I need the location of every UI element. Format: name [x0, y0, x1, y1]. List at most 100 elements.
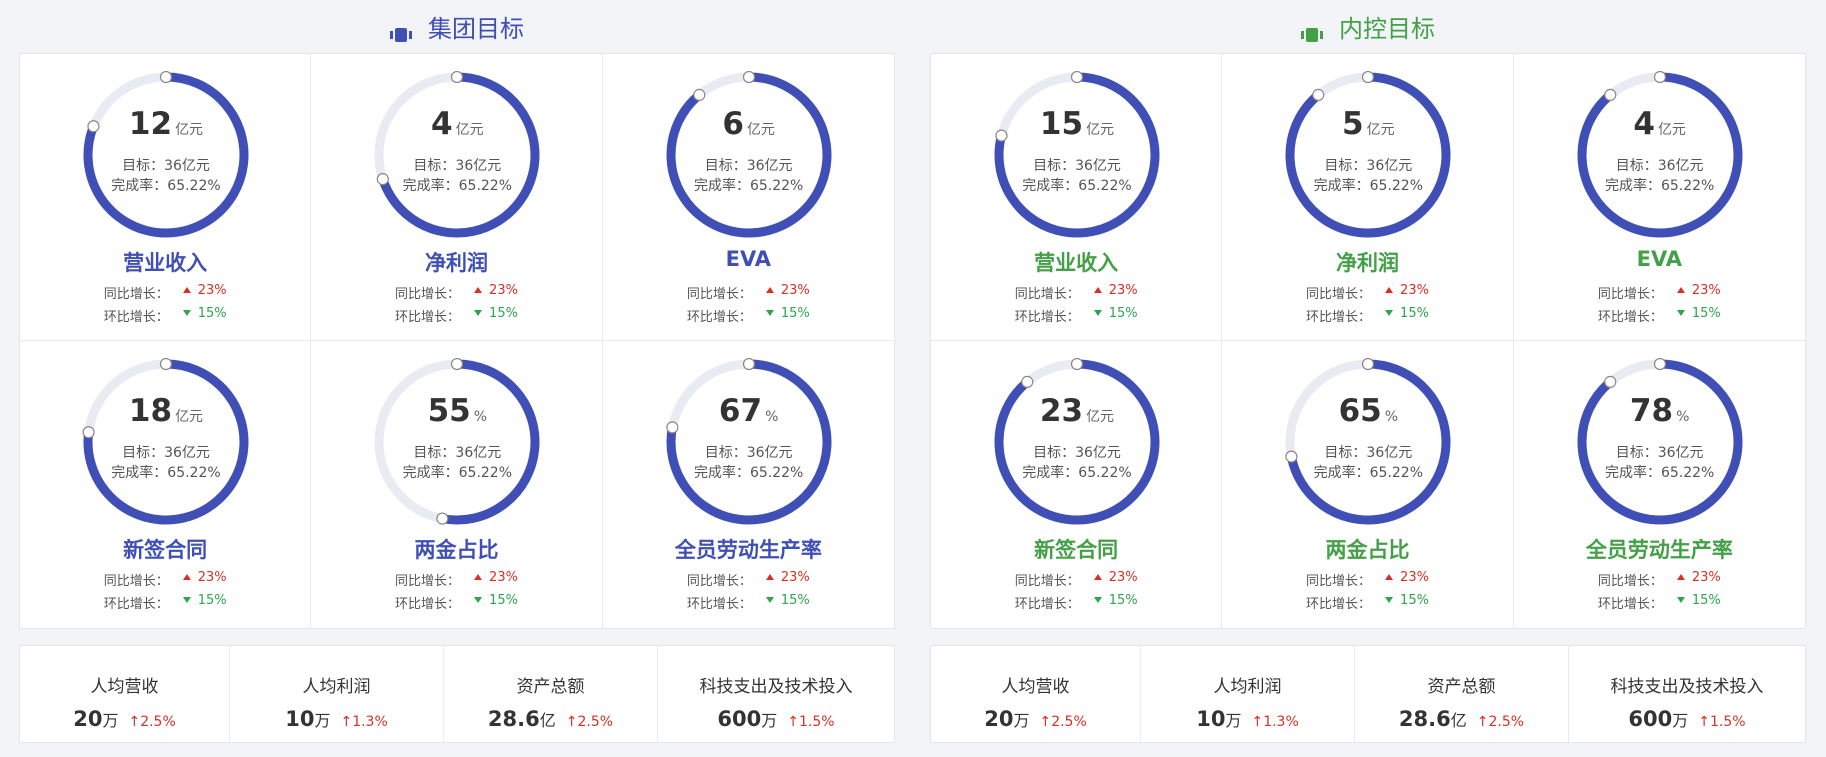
metric-completion-rate: 完成率：65.22% — [1604, 465, 1715, 481]
summary-stat[interactable]: 人均营收 20万 ↑2.5% — [931, 646, 1141, 742]
metric-value-row: 5 亿元 — [1284, 106, 1452, 142]
metric-card[interactable]: 67% 目标：36亿元 完成率：65.22% 全员劳动生产率 同比增长： 23%… — [603, 341, 894, 628]
yoy-value: 23% — [1400, 570, 1429, 585]
metric-target: 目标：36亿元 — [1033, 158, 1121, 174]
metric-card[interactable]: 15 亿元 目标：36亿元 完成率：65.22% 营业收入 同比增长： 23% 环… — [931, 54, 1223, 341]
group-target-panel: 集团目标 12 亿元 目标：36亿元 完成率：65.22% 营业收入 同比增长： … — [19, 0, 895, 743]
metric-value-row: 6 亿元 — [665, 106, 833, 142]
metric-unit: % — [1676, 409, 1690, 425]
yoy-label: 同比增长： — [103, 574, 169, 589]
mom-value: 15% — [197, 306, 227, 321]
metric-card[interactable]: 12 亿元 目标：36亿元 完成率：65.22% 营业收入 同比增长： 23% 环… — [20, 54, 312, 341]
caret-up-icon — [1093, 286, 1102, 293]
metric-target: 目标：36亿元 — [1615, 158, 1704, 174]
stat-unit: 万 — [761, 711, 778, 730]
mom-label: 环比增长： — [1306, 310, 1372, 325]
metric-value-row: 78% — [1576, 393, 1744, 429]
stat-unit: 亿 — [1450, 711, 1467, 730]
mom-label: 环比增长： — [103, 597, 169, 612]
panel-title: 集团目标 — [428, 15, 524, 43]
mom-growth: 环比增长： 15% — [1514, 306, 1805, 325]
metric-card[interactable]: 4 亿元 目标：36亿元 完成率：65.22% EVA 同比增长： 23% 环比增… — [1513, 54, 1805, 341]
metric-value-row: 55% — [373, 393, 541, 429]
metric-card[interactable]: 6 亿元 目标：36亿元 完成率：65.22% EVA 同比增长： 23% 环比增… — [602, 54, 894, 341]
metric-value-row: 15 亿元 — [993, 106, 1161, 142]
metric-target: 目标：36亿元 — [122, 158, 210, 174]
metric-name: EVA — [1636, 247, 1683, 271]
stat-value-row: 28.6亿 ↑2.5% — [444, 707, 657, 731]
stat-label: 人均利润 — [302, 677, 371, 697]
metric-name: 新签合同 — [123, 538, 208, 562]
caret-up-icon — [474, 286, 483, 293]
metric-value-row: 4 亿元 — [373, 106, 541, 142]
metric-value-row: 65% — [1284, 393, 1452, 429]
metric-card[interactable]: 5 亿元 目标：36亿元 完成率：65.22% 净利润 同比增长： 23% 环比增… — [1222, 54, 1514, 341]
metric-grid: 15 亿元 目标：36亿元 完成率：65.22% 营业收入 同比增长： 23% 环… — [930, 53, 1806, 629]
mom-value: 15% — [489, 593, 518, 608]
metric-completion-rate: 完成率：65.22% — [402, 178, 513, 194]
film-icon — [390, 20, 412, 42]
yoy-growth: 同比增长： 23% — [311, 283, 601, 302]
mom-label: 环比增长： — [395, 310, 461, 325]
summary-stat[interactable]: 科技支出及技术投入 600万 ↑1.5% — [658, 646, 894, 742]
caret-up-icon — [1385, 573, 1394, 580]
stat-value: 10 — [285, 707, 315, 731]
metric-name: 全员劳动生产率 — [1585, 538, 1733, 562]
caret-up-icon — [182, 573, 191, 580]
stat-label: 人均营收 — [90, 677, 159, 697]
metric-completion-rate: 完成率：65.22% — [111, 178, 221, 194]
metric-card[interactable]: 78% 目标：36亿元 完成率：65.22% 全员劳动生产率 同比增长： 23%… — [1514, 341, 1805, 628]
metric-unit: 亿元 — [175, 409, 204, 425]
yoy-label: 同比增长： — [686, 287, 752, 302]
mom-growth: 环比增长： 15% — [20, 593, 310, 612]
metric-completion-rate: 完成率：65.22% — [1313, 465, 1424, 481]
yoy-growth: 同比增长： 23% — [603, 283, 894, 302]
mom-value: 15% — [780, 593, 810, 608]
stat-change: ↑1.5% — [787, 714, 835, 730]
mom-value: 15% — [1108, 593, 1138, 608]
metric-value-row: 4 亿元 — [1576, 106, 1744, 142]
metric-name: EVA — [725, 247, 772, 271]
metric-value-row: 18 亿元 — [82, 393, 250, 429]
metric-card[interactable]: 23 亿元 目标：36亿元 完成率：65.22% 新签合同 同比增长： 23% 环… — [931, 341, 1223, 628]
metric-name: 净利润 — [1335, 251, 1399, 275]
metric-completion-rate: 完成率：65.22% — [402, 465, 513, 481]
metric-value: 6 — [722, 106, 744, 142]
caret-down-icon — [182, 309, 191, 316]
stat-value: 20 — [984, 707, 1014, 731]
stat-value-row: 10万 ↑1.3% — [1141, 707, 1354, 731]
summary-stat[interactable]: 科技支出及技术投入 600万 ↑1.5% — [1569, 646, 1805, 742]
metric-card[interactable]: 4 亿元 目标：36亿元 完成率：65.22% 净利润 同比增长： 23% 环比增… — [311, 54, 603, 341]
metric-target: 目标：36亿元 — [413, 445, 502, 461]
yoy-growth: 同比增长： 23% — [1222, 283, 1512, 302]
yoy-label: 同比增长： — [395, 574, 461, 589]
mom-label: 环比增长： — [686, 310, 752, 325]
metric-value: 23 — [1039, 393, 1084, 429]
metric-grid: 12 亿元 目标：36亿元 完成率：65.22% 营业收入 同比增长： 23% 环… — [19, 53, 895, 629]
mom-label: 环比增长： — [1014, 597, 1080, 612]
stat-value-row: 20万 ↑2.5% — [931, 707, 1140, 731]
caret-up-icon — [474, 573, 483, 580]
summary-stat[interactable]: 资产总额 28.6亿 ↑2.5% — [444, 646, 658, 742]
summary-stat[interactable]: 人均利润 10万 ↑1.3% — [1141, 646, 1355, 742]
summary-stat[interactable]: 人均利润 10万 ↑1.3% — [230, 646, 444, 742]
mom-label: 环比增长： — [395, 597, 461, 612]
stat-label: 人均利润 — [1213, 677, 1282, 697]
mom-growth: 环比增长： 15% — [20, 306, 310, 325]
yoy-label: 同比增长： — [686, 574, 752, 589]
yoy-growth: 同比增长： 23% — [20, 283, 310, 302]
metric-center: 15 亿元 目标：36亿元 完成率：65.22% — [993, 71, 1161, 239]
metric-card[interactable]: 18 亿元 目标：36亿元 完成率：65.22% 新签合同 同比增长： 23% 环… — [20, 341, 312, 628]
metric-card[interactable]: 65% 目标：36亿元 完成率：65.22% 两金占比 同比增长： 23% 环比… — [1222, 341, 1514, 628]
stat-value-row: 600万 ↑1.5% — [1569, 707, 1805, 731]
summary-stat[interactable]: 人均营收 20万 ↑2.5% — [20, 646, 230, 742]
metric-center: 4 亿元 目标：36亿元 完成率：65.22% — [373, 71, 541, 239]
stat-value: 20 — [73, 707, 103, 731]
caret-down-icon — [1676, 309, 1685, 316]
mom-growth: 环比增长： 15% — [603, 593, 894, 612]
metric-completion-rate: 完成率：65.22% — [111, 465, 221, 481]
caret-down-icon — [474, 596, 483, 603]
summary-stat[interactable]: 资产总额 28.6亿 ↑2.5% — [1355, 646, 1569, 742]
yoy-growth: 同比增长： 23% — [931, 570, 1221, 589]
metric-card[interactable]: 55% 目标：36亿元 完成率：65.22% 两金占比 同比增长： 23% 环比… — [311, 341, 603, 628]
